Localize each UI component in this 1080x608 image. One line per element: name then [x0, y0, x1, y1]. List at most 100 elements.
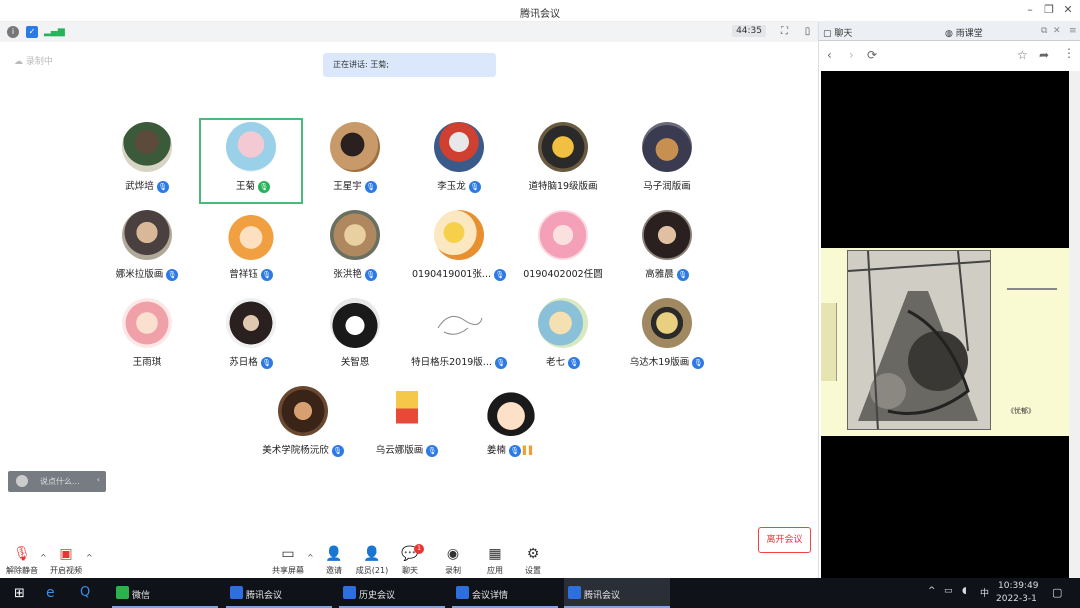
close-icon[interactable]: ✕ — [1060, 3, 1076, 16]
start-video-button[interactable]: ▣ 开启视频 — [46, 546, 86, 576]
avatar — [330, 122, 380, 172]
participant-tile[interactable]: 关智恩 — [303, 294, 407, 380]
star-icon[interactable]: ☆ — [1017, 48, 1028, 62]
fullscreen-icon[interactable]: ⛶ — [778, 25, 791, 38]
avatar — [122, 298, 172, 348]
close-icon[interactable]: ✕ — [1053, 26, 1061, 36]
apps-button[interactable]: ▦ 应用 — [475, 546, 515, 576]
chat-quick-input[interactable]: 说点什么... ‹ — [8, 471, 106, 492]
clock-date: 2022-3-1 — [996, 594, 1037, 604]
restore-icon[interactable]: ❐ — [1041, 3, 1057, 16]
invite-button[interactable]: 👤 邀请 — [314, 546, 354, 576]
slide-caption: 《忧郁》 — [1007, 407, 1035, 415]
participant-tile[interactable]: 0190419001张... 🎙 — [407, 206, 511, 292]
chevron-up-icon[interactable]: ^ — [928, 586, 936, 596]
participant-tile[interactable]: 马子润版画 — [615, 118, 719, 204]
chevron-left-icon[interactable]: ‹ — [97, 475, 100, 484]
ime-indicator[interactable]: 中 — [980, 586, 989, 599]
info-icon[interactable]: i — [7, 26, 19, 38]
windows-start-icon[interactable]: ⊞ — [14, 586, 25, 601]
taskbar-app-wechat[interactable]: 微信 — [112, 578, 218, 608]
taskbar-app-tencent-meeting-active[interactable]: 腾讯会议 — [564, 578, 670, 608]
participant-name: 武烨培 — [125, 181, 154, 192]
mic-icon: 🎙 — [364, 268, 377, 281]
participant-tile-active[interactable]: 王菊 🎙 — [199, 118, 303, 204]
emoji-icon[interactable] — [16, 475, 28, 487]
chevron-up-icon[interactable]: ^ — [307, 553, 314, 562]
avatar — [396, 386, 418, 436]
participant-tile[interactable]: 李玉龙 🎙 — [407, 118, 511, 204]
unmute-button[interactable]: 🎙 解除静音 — [2, 546, 42, 576]
avatar — [434, 122, 484, 172]
back-icon[interactable]: ‹ — [827, 48, 832, 62]
apps-label: 应用 — [487, 566, 503, 575]
scrollbar[interactable] — [1069, 71, 1080, 580]
more-icon[interactable]: ⋮ — [1063, 46, 1075, 60]
taskbar-app-history[interactable]: 历史会议 — [339, 578, 445, 608]
taskbar-app-label: 腾讯会议 — [246, 591, 283, 601]
record-icon: ◉ — [446, 546, 460, 562]
chat-placeholder: 说点什么... — [40, 477, 80, 486]
settings-button[interactable]: ⚙ 设置 — [513, 546, 553, 576]
participant-tile[interactable]: 苏日格 🎙 — [199, 294, 303, 380]
participant-tile[interactable]: 高雅晨 🎙 — [615, 206, 719, 292]
taskbar-app-details[interactable]: 会议详情 — [452, 578, 558, 608]
mic-icon: 🎙 — [260, 268, 273, 281]
layout-icon[interactable]: ▯ — [801, 25, 814, 38]
volume-icon[interactable]: ◖ — [962, 586, 967, 596]
share-screen-button[interactable]: ▭ 共享屏幕 — [268, 546, 308, 576]
participant-tile[interactable]: 姜楠 🎙 ▌▌ — [459, 382, 563, 468]
recording-status: ☁ 录制中 — [14, 57, 53, 67]
participant-tile[interactable]: 特日格乐2019版... 🎙 — [407, 294, 511, 380]
chat-button[interactable]: 💬 1 聊天 — [390, 544, 430, 576]
participant-tile[interactable]: 乌达木19版画 🎙 — [615, 294, 719, 380]
shield-icon[interactable]: ✓ — [26, 26, 38, 38]
ie-icon[interactable]: e — [46, 585, 55, 601]
share-icon[interactable]: ➦ — [1039, 48, 1049, 62]
participant-tile[interactable]: 张洪艳 🎙 — [303, 206, 407, 292]
popout-icon[interactable]: ⧉ — [1041, 26, 1047, 36]
speaking-indicator: 正在讲话: 王菊; — [323, 53, 496, 77]
avatar — [642, 298, 692, 348]
chevron-up-icon[interactable]: ^ — [86, 553, 93, 562]
tencent-meeting-icon — [568, 586, 581, 599]
slide-side-panel — [821, 303, 837, 381]
mic-icon: 🎙 — [676, 268, 689, 281]
record-button[interactable]: ◉ 录制 — [433, 546, 473, 576]
windows-taskbar: ⊞ e Q 微信 腾讯会议 历史会议 会议详情 腾讯会议 ^ ▭ ◖ 中 10:… — [0, 578, 1080, 608]
gear-icon: ⚙ — [526, 546, 540, 562]
members-button[interactable]: 👤 成员(21) — [352, 546, 392, 576]
tab-chat[interactable]: ▢ 聊天 — [823, 26, 852, 39]
participant-tile[interactable]: 道特脑19级版画 — [511, 118, 615, 204]
participant-tile[interactable]: 武烨培 🎙 — [95, 118, 199, 204]
avatar — [642, 122, 692, 172]
tab-rain-classroom[interactable]: ◍ 雨课堂 — [945, 26, 983, 39]
avatar — [226, 298, 276, 348]
minimize-icon[interactable]: – — [1022, 3, 1038, 16]
refresh-icon[interactable]: ⟳ — [867, 48, 877, 62]
search-icon[interactable]: Q — [80, 585, 90, 600]
participant-tile[interactable]: 王星宇 🎙 — [303, 118, 407, 204]
participant-name: 马子润版画 — [643, 181, 691, 192]
leave-meeting-button[interactable]: 离开会议 — [758, 527, 811, 553]
avatar — [434, 210, 484, 260]
participant-name: 王菊 — [235, 181, 255, 192]
participant-tile[interactable]: 王雨琪 — [95, 294, 199, 380]
participant-tile[interactable]: 0190402002任圆 — [511, 206, 615, 292]
participant-tile[interactable]: 美术学院杨沅欣 🎙 — [251, 382, 355, 468]
taskbar-app-tencent-meeting[interactable]: 腾讯会议 — [226, 578, 332, 608]
participant-tile[interactable]: 曾祥钰 🎙 — [199, 206, 303, 292]
meeting-timer: 44:35 — [732, 25, 766, 37]
participant-tile[interactable]: 娜米拉版画 🎙 — [95, 206, 199, 292]
forward-icon[interactable]: › — [849, 48, 854, 62]
participant-name: 姜楠 — [486, 445, 506, 456]
battery-icon[interactable]: ▭ — [944, 586, 953, 596]
settings-label: 设置 — [525, 566, 541, 575]
signal-icon[interactable]: ▂▄▆ — [44, 26, 65, 38]
participant-tile[interactable]: 老七 🎙 — [511, 294, 615, 380]
menu-icon[interactable]: ≡ — [1069, 26, 1077, 36]
mic-icon: 🎙 — [494, 268, 506, 281]
participant-tile[interactable]: 乌云娜版画 🎙 — [355, 382, 459, 468]
wechat-icon — [116, 586, 129, 599]
notification-icon[interactable]: ▢ — [1052, 586, 1062, 599]
